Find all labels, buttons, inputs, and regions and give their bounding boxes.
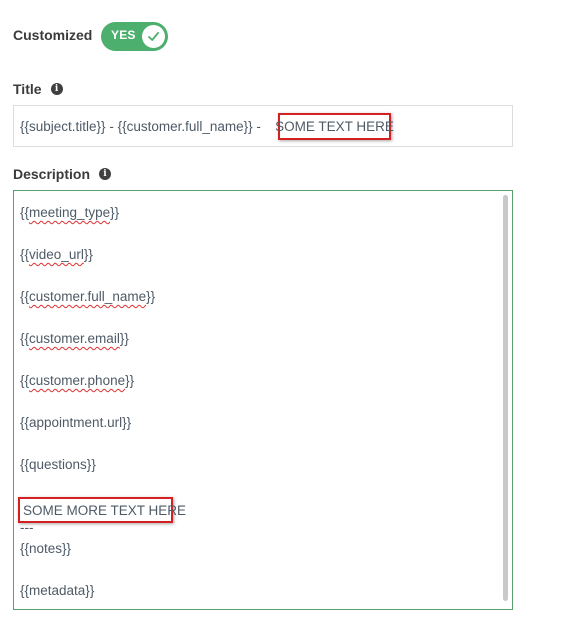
info-icon[interactable]: i xyxy=(99,168,112,180)
description-textarea[interactable]: {{meeting_type}} {{video_url}} {{custome… xyxy=(13,190,513,610)
desc-line-customer-phone: {{customer.phone}} xyxy=(20,373,135,388)
description-scrollbar[interactable] xyxy=(503,195,508,601)
title-input[interactable]: {{subject.title}} - {{customer.full_name… xyxy=(13,105,513,147)
desc-line-notes: {{notes}} xyxy=(20,541,72,556)
title-label: Title xyxy=(13,81,42,97)
title-section-label: Title i xyxy=(13,81,63,97)
title-input-value: {{subject.title}} - {{customer.full_name… xyxy=(20,119,261,134)
description-section-label: Description i xyxy=(13,166,112,182)
desc-line-questions: {{questions}} xyxy=(20,457,96,472)
description-highlight-text: SOME MORE TEXT HERE xyxy=(23,502,187,518)
customized-toggle[interactable]: YES xyxy=(101,22,168,51)
desc-line-meeting-type: {{meeting_type}} xyxy=(20,205,120,220)
description-label: Description xyxy=(13,166,91,182)
desc-line-appointment-url: {{appointment.url}} xyxy=(20,415,132,430)
desc-line-separator: --- xyxy=(20,520,34,535)
desc-line-video-url: {{video_url}} xyxy=(20,247,93,262)
toggle-knob xyxy=(142,25,165,48)
check-icon xyxy=(148,32,159,41)
desc-line-customer-email: {{customer.email}} xyxy=(20,331,129,346)
toggle-state-text: YES xyxy=(111,28,136,42)
desc-line-metadata: {{metadata}} xyxy=(20,583,95,598)
desc-line-customer-full-name: {{customer.full_name}} xyxy=(20,289,156,304)
customized-label: Customized xyxy=(13,27,93,43)
title-highlight-text: SOME TEXT HERE xyxy=(275,119,394,134)
info-icon[interactable]: i xyxy=(50,83,63,95)
description-highlight-box: SOME MORE TEXT HERE xyxy=(18,497,186,523)
title-highlight-box: SOME TEXT HERE xyxy=(275,113,394,140)
template-settings-panel: Customized YES Title i {{subject.title}}… xyxy=(0,0,575,641)
